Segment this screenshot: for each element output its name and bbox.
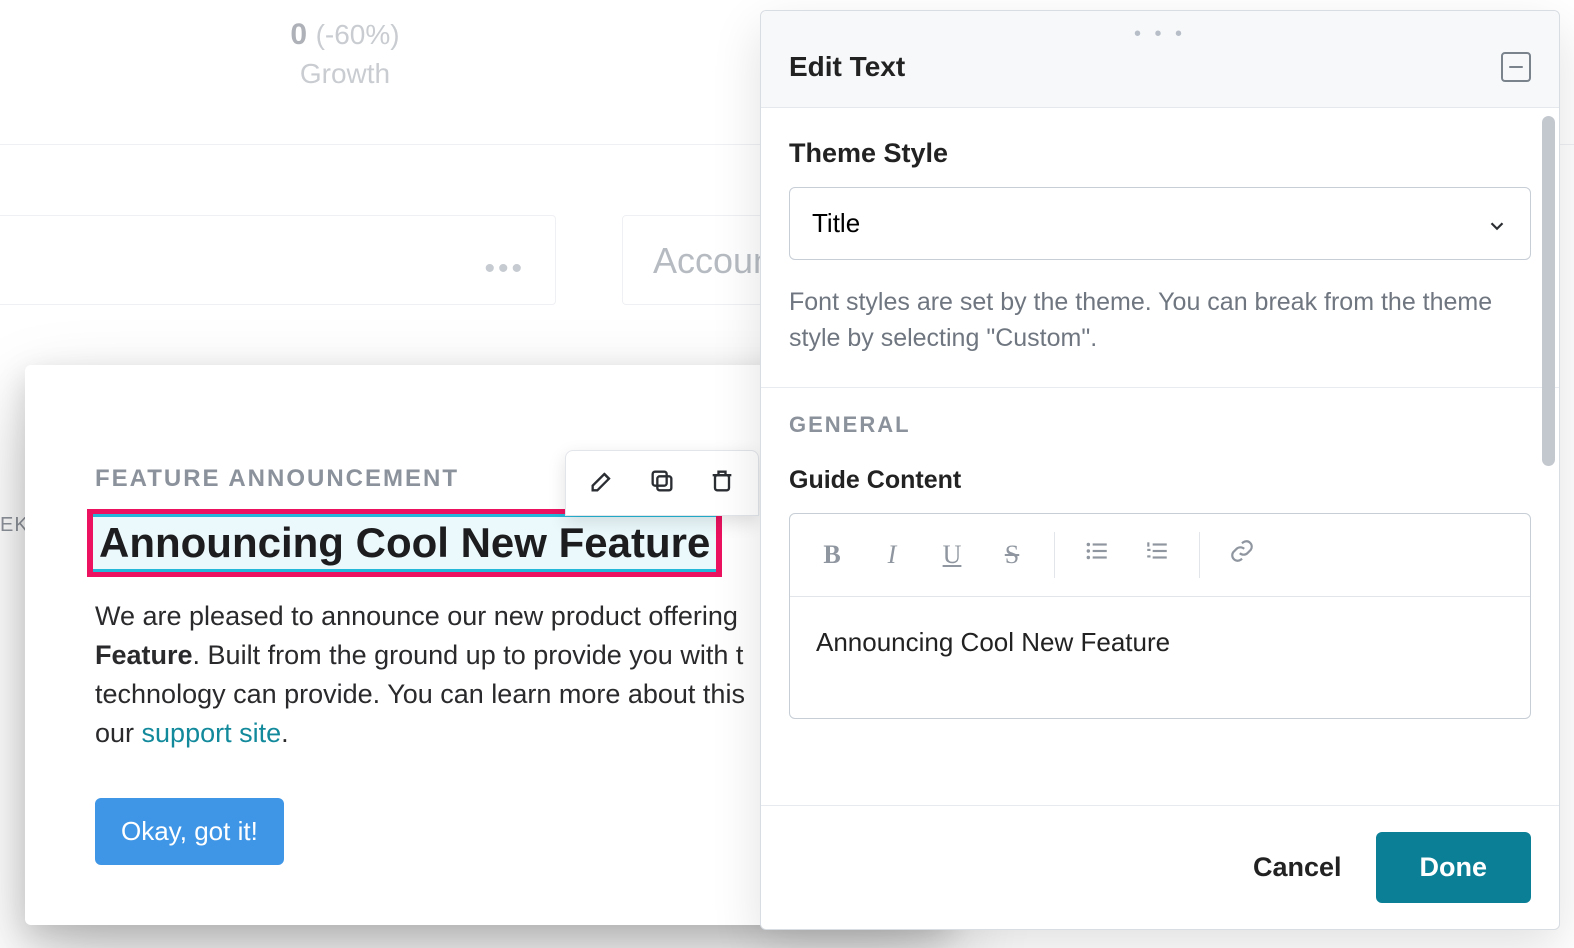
chevron-down-icon: [1486, 213, 1508, 235]
toolbar-separator: [1054, 532, 1055, 578]
theme-style-helper: Font styles are set by the theme. You ca…: [789, 284, 1531, 357]
delete-button[interactable]: [692, 461, 752, 505]
scrollbar-thumb[interactable]: [1542, 116, 1555, 466]
rich-text-toolbar: B I U S: [790, 514, 1530, 597]
guide-title-selection[interactable]: Announcing Cool New Feature: [87, 509, 722, 577]
panel-footer: Cancel Done: [761, 805, 1559, 929]
copy-icon: [648, 467, 676, 500]
edit-text-panel: • • • Edit Text Theme Style Title Font s…: [760, 10, 1560, 930]
collapse-button[interactable]: [1501, 52, 1531, 82]
metric-value: 0: [290, 18, 307, 51]
list-ol-icon: [1144, 538, 1170, 571]
theme-style-label: Theme Style: [789, 138, 1531, 169]
okay-got-it-button[interactable]: Okay, got it!: [95, 798, 284, 865]
underline-button[interactable]: U: [924, 535, 980, 575]
ordered-list-button[interactable]: [1129, 535, 1185, 575]
panel-scroll-area: Theme Style Title Font styles are set by…: [761, 108, 1559, 805]
unordered-list-button[interactable]: [1069, 535, 1125, 575]
toolbar-separator: [1199, 532, 1200, 578]
panel-title: Edit Text: [789, 51, 905, 83]
guide-body-text-3: technology can provide. You can learn mo…: [95, 679, 745, 709]
rich-text-editor: B I U S: [789, 513, 1531, 719]
minus-icon: [1509, 66, 1523, 69]
panel-divider: [761, 387, 1559, 388]
section-general-label: GENERAL: [789, 412, 1531, 438]
metric-block: 0 (-60%) Growth: [0, 0, 690, 90]
metric-label: Growth: [0, 58, 690, 90]
guide-body-text-1: We are pleased to announce our new produ…: [95, 601, 738, 631]
guide-content-label: Guide Content: [789, 466, 1531, 495]
theme-style-value: Title: [812, 208, 860, 239]
more-icon[interactable]: •••: [484, 252, 525, 286]
bold-button[interactable]: B: [804, 535, 860, 575]
edit-button[interactable]: [572, 461, 632, 505]
drag-handle-icon[interactable]: • • •: [1134, 23, 1186, 46]
metric-percent: (-60%): [316, 19, 400, 50]
done-button[interactable]: Done: [1376, 832, 1532, 903]
bg-card-left: •••: [0, 215, 556, 305]
bg-card-right-text: Accoun: [653, 240, 773, 281]
guide-title-actions: [565, 450, 759, 516]
guide-body-after-bold: . Built from the ground up to provide yo…: [193, 640, 744, 670]
strikethrough-button[interactable]: S: [984, 535, 1040, 575]
cancel-button[interactable]: Cancel: [1253, 852, 1342, 883]
support-site-link[interactable]: support site: [142, 718, 282, 748]
guide-body-bold: Feature: [95, 640, 193, 670]
pencil-icon: [588, 467, 616, 500]
guide-title[interactable]: Announcing Cool New Feature: [99, 519, 710, 567]
copy-button[interactable]: [632, 461, 692, 505]
italic-button[interactable]: I: [864, 535, 920, 575]
guide-body-text-4b: .: [281, 718, 289, 748]
link-icon: [1229, 538, 1255, 571]
link-button[interactable]: [1214, 535, 1270, 575]
theme-style-select[interactable]: Title: [789, 187, 1531, 260]
trash-icon: [708, 467, 736, 500]
list-ul-icon: [1084, 538, 1110, 571]
rich-text-content[interactable]: Announcing Cool New Feature: [790, 597, 1530, 718]
guide-body-text-4a: our: [95, 718, 142, 748]
